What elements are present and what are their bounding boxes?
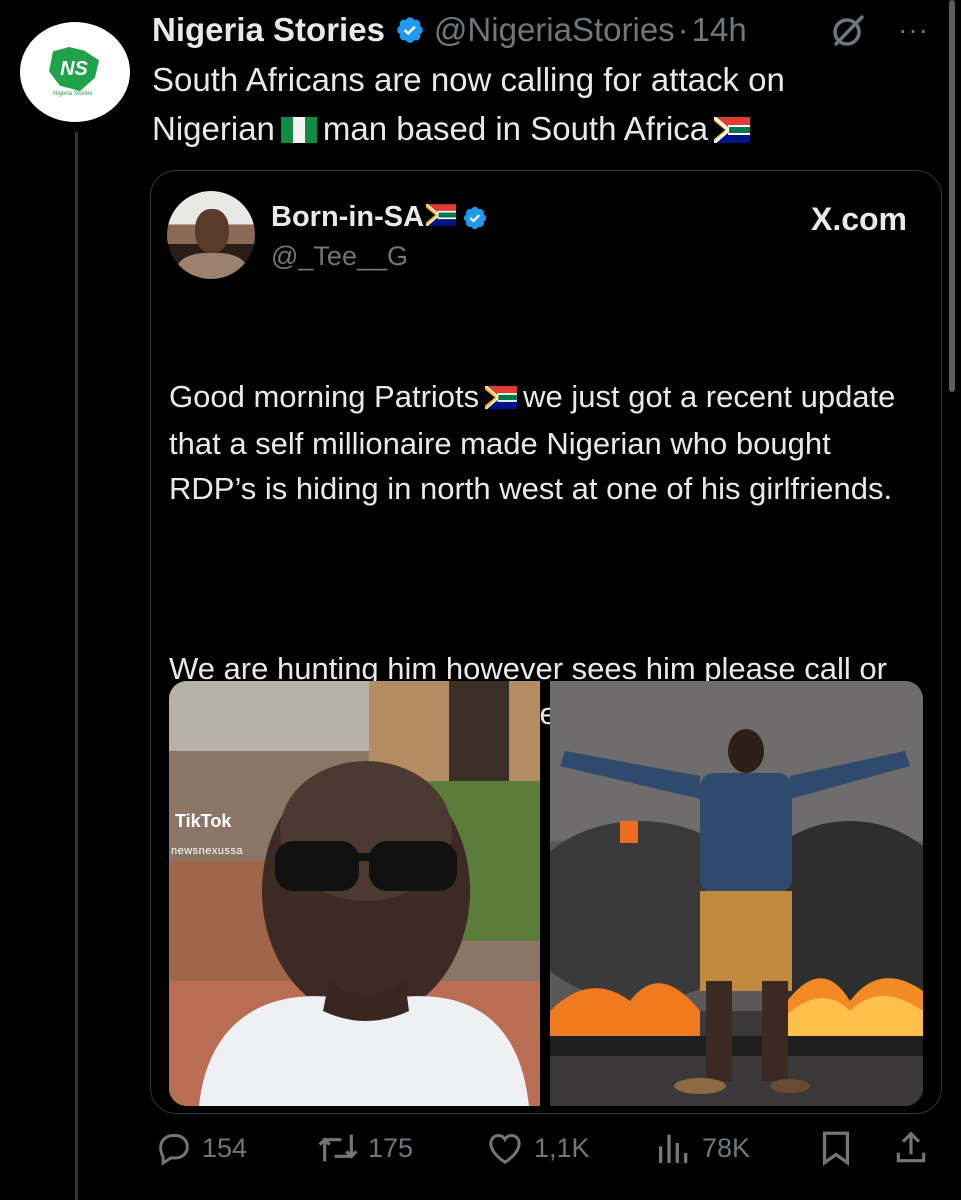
- repost-icon: [318, 1134, 358, 1162]
- verified-icon: [395, 15, 425, 45]
- scrollbar[interactable]: [949, 0, 955, 392]
- more-icon[interactable]: ···: [898, 16, 929, 44]
- tweet-header: Nigeria Stories @NigeriaStories · 14h: [152, 8, 747, 52]
- like-count: 1,1K: [534, 1132, 590, 1163]
- man-selfie-image: [169, 681, 540, 1106]
- media-image-left[interactable]: TikTok newsnexussa: [169, 681, 540, 1106]
- bookmark-button[interactable]: [818, 1128, 854, 1168]
- logo-caption: Nigeria Stories: [53, 91, 93, 97]
- repost-count: 175: [368, 1132, 414, 1163]
- media-image-right[interactable]: [550, 681, 923, 1106]
- logo-initials: NS: [49, 47, 99, 91]
- nigeria-stories-logo: NS Nigeria Stories: [47, 47, 103, 97]
- avatar-body: [177, 253, 247, 279]
- tweet-text: South Africans are now calling for attac…: [152, 55, 932, 156]
- south-africa-flag-icon: [713, 107, 751, 156]
- views-button[interactable]: 78K: [654, 1128, 750, 1168]
- quoted-tweet[interactable]: Born-in-SA @_Tee__G X.com Good morning P…: [150, 170, 942, 1114]
- verified-icon: [462, 205, 488, 231]
- x-logo-text: X.com: [810, 201, 907, 237]
- author-avatar[interactable]: NS Nigeria Stories: [20, 22, 130, 122]
- quoted-paragraph-1: Good morning Patriots we just got a recen…: [169, 374, 909, 511]
- views-count: 78K: [702, 1132, 751, 1163]
- share-button[interactable]: [892, 1128, 930, 1168]
- repost-button[interactable]: 175: [316, 1128, 413, 1168]
- tweet-text-part-a: Nigerian: [152, 110, 275, 147]
- action-bar: 154 175 1,1K 78K: [150, 1128, 950, 1172]
- separator-dot: ·: [677, 11, 689, 48]
- like-icon: [489, 1133, 521, 1164]
- reply-icon: [159, 1134, 189, 1166]
- protest-fire-image: [550, 681, 923, 1106]
- author-name[interactable]: Nigeria Stories: [152, 11, 385, 49]
- share-icon: [896, 1131, 926, 1163]
- like-button[interactable]: 1,1K: [484, 1128, 590, 1168]
- tweet-text-part-b: man based in South Africa: [322, 110, 709, 147]
- reply-count: 154: [202, 1132, 248, 1163]
- tiktok-watermark: TikTok: [175, 811, 232, 831]
- views-icon: [659, 1134, 688, 1163]
- quoted-text-p1-a: Good morning Patriots: [169, 379, 480, 414]
- quoted-author-avatar[interactable]: [167, 191, 255, 279]
- quoted-author-name-row: Born-in-SA: [271, 201, 488, 234]
- timestamp[interactable]: 14h: [692, 11, 747, 49]
- bookmark-icon: [822, 1131, 850, 1166]
- tweet-text-line1: South Africans are now calling for attac…: [152, 61, 785, 98]
- nigeria-flag-icon: [280, 107, 317, 156]
- tiktok-username: newsnexussa: [171, 845, 244, 857]
- quoted-author-handle[interactable]: @_Tee__G: [271, 241, 408, 272]
- avatar-face: [195, 209, 229, 253]
- thread-line: [75, 132, 78, 1200]
- grok-icon[interactable]: [829, 12, 869, 48]
- reply-button[interactable]: 154: [154, 1128, 247, 1168]
- south-africa-flag-icon: [425, 201, 457, 234]
- quoted-author-name[interactable]: Born-in-SA: [271, 201, 424, 234]
- author-handle[interactable]: @NigeriaStories: [434, 11, 675, 49]
- south-africa-flag-icon: [484, 376, 518, 421]
- tweet-text-line2: Nigerian man based in South Africa: [152, 104, 932, 156]
